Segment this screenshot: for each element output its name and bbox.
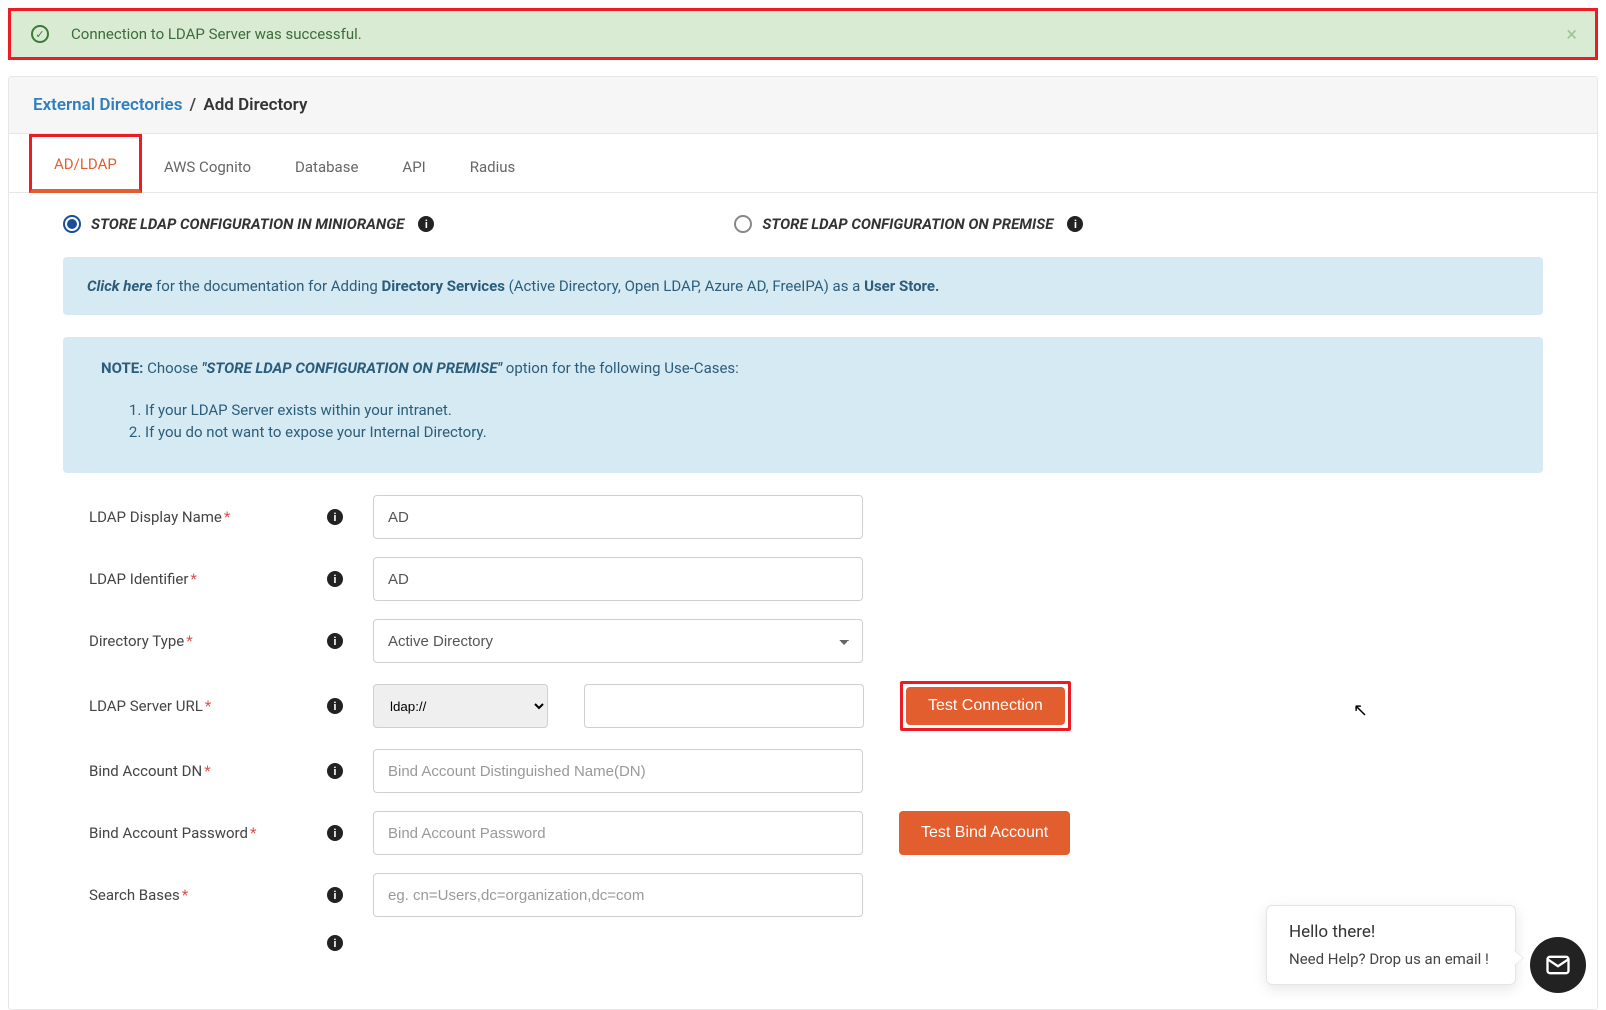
note-text: option for the following Use-Cases: <box>502 359 739 377</box>
label-display-name: LDAP Display Name* <box>63 508 323 526</box>
info-icon[interactable]: i <box>418 216 434 232</box>
breadcrumb: External Directories / Add Directory <box>33 95 1573 115</box>
doc-bold: Directory Services <box>382 277 505 295</box>
note-quote: "STORE LDAP CONFIGURATION ON PREMISE" <box>202 359 502 377</box>
search-bases-input[interactable] <box>373 873 863 917</box>
ldap-identifier-input[interactable] <box>373 557 863 601</box>
alert-message: Connection to LDAP Server was successful… <box>71 25 362 43</box>
note-li: If you do not want to expose your Intern… <box>145 423 1505 441</box>
info-icon[interactable]: i <box>327 935 343 951</box>
info-icon[interactable]: i <box>1067 216 1083 232</box>
panel-header: External Directories / Add Directory <box>9 77 1597 134</box>
storage-radio-group: STORE LDAP CONFIGURATION IN MINIORANGE i… <box>63 215 1543 233</box>
radio-icon-unchecked <box>734 215 752 233</box>
close-icon[interactable]: × <box>1566 22 1577 46</box>
note-text: Choose <box>143 359 201 377</box>
radio-label-1: STORE LDAP CONFIGURATION IN MINIORANGE <box>91 215 404 233</box>
check-circle-icon: ✓ <box>31 25 49 43</box>
test-bind-button[interactable]: Test Bind Account <box>899 811 1070 855</box>
info-icon[interactable]: i <box>327 633 343 649</box>
doc-text: (Active Directory, Open LDAP, Azure AD, … <box>505 277 864 295</box>
breadcrumb-sep: / <box>190 95 196 115</box>
ldap-host-wrap: ✔ 00.000.00 <box>584 684 864 728</box>
label-dir-type: Directory Type* <box>63 632 323 650</box>
radio-icon-checked <box>63 215 81 233</box>
chat-tail <box>1513 950 1523 966</box>
chat-line1: Hello there! <box>1289 922 1493 942</box>
breadcrumb-link[interactable]: External Directories <box>33 95 182 115</box>
tabs: AD/LDAP AWS Cognito Database API Radius <box>9 134 1597 193</box>
ldap-display-name-input[interactable] <box>373 495 863 539</box>
label-search-bases: Search Bases* <box>63 886 323 904</box>
mail-icon <box>1544 951 1572 979</box>
label-identifier: LDAP Identifier* <box>63 570 323 588</box>
info-icon[interactable]: i <box>327 887 343 903</box>
doc-info-box: Click here for the documentation for Add… <box>63 257 1543 315</box>
panel-body: STORE LDAP CONFIGURATION IN MINIORANGE i… <box>9 193 1597 1009</box>
test-connection-button[interactable]: Test Connection <box>906 687 1065 725</box>
label-bind-pw: Bind Account Password* <box>63 824 323 842</box>
ldap-protocol-select[interactable]: ldap:// <box>373 684 548 728</box>
label-server-url: LDAP Server URL* <box>63 697 323 715</box>
note-box: NOTE: Choose "STORE LDAP CONFIGURATION O… <box>63 337 1543 473</box>
info-icon[interactable]: i <box>327 763 343 779</box>
success-alert: ✓ Connection to LDAP Server was successf… <box>8 8 1598 60</box>
tab-database[interactable]: Database <box>273 140 380 192</box>
note-label: NOTE: <box>101 359 143 377</box>
chat-popup: Hello there! Need Help? Drop us an email… <box>1266 905 1516 985</box>
chat-fab[interactable] <box>1530 937 1586 993</box>
directory-type-select[interactable]: Active Directory <box>373 619 863 663</box>
breadcrumb-current: Add Directory <box>203 95 307 115</box>
doc-text: for the documentation for Adding <box>152 277 381 295</box>
doc-bold: User Store. <box>864 277 939 295</box>
radio-miniorange[interactable]: STORE LDAP CONFIGURATION IN MINIORANGE i <box>63 215 434 233</box>
cursor-icon: ↖ <box>1353 700 1368 721</box>
info-icon[interactable]: i <box>327 825 343 841</box>
label-bind-dn: Bind Account DN* <box>63 762 323 780</box>
radio-label-2: STORE LDAP CONFIGURATION ON PREMISE <box>762 215 1053 233</box>
tab-radius[interactable]: Radius <box>448 140 538 192</box>
bind-dn-input[interactable] <box>373 749 863 793</box>
main-panel: External Directories / Add Directory AD/… <box>8 76 1598 1010</box>
test-connection-highlight: Test Connection <box>900 681 1071 731</box>
info-icon[interactable]: i <box>327 698 343 714</box>
note-list: If your LDAP Server exists within your i… <box>145 401 1505 441</box>
ldap-host-input[interactable] <box>584 684 864 728</box>
info-icon[interactable]: i <box>327 571 343 587</box>
bind-password-input[interactable] <box>373 811 863 855</box>
tab-aws-cognito[interactable]: AWS Cognito <box>142 140 273 192</box>
chat-line2: Need Help? Drop us an email ! <box>1289 950 1493 968</box>
info-icon[interactable]: i <box>327 509 343 525</box>
note-li: If your LDAP Server exists within your i… <box>145 401 1505 419</box>
tab-api[interactable]: API <box>380 140 447 192</box>
doc-link[interactable]: Click here <box>87 277 152 295</box>
radio-onpremise[interactable]: STORE LDAP CONFIGURATION ON PREMISE i <box>734 215 1083 233</box>
tab-ad-ldap[interactable]: AD/LDAP <box>29 134 142 193</box>
